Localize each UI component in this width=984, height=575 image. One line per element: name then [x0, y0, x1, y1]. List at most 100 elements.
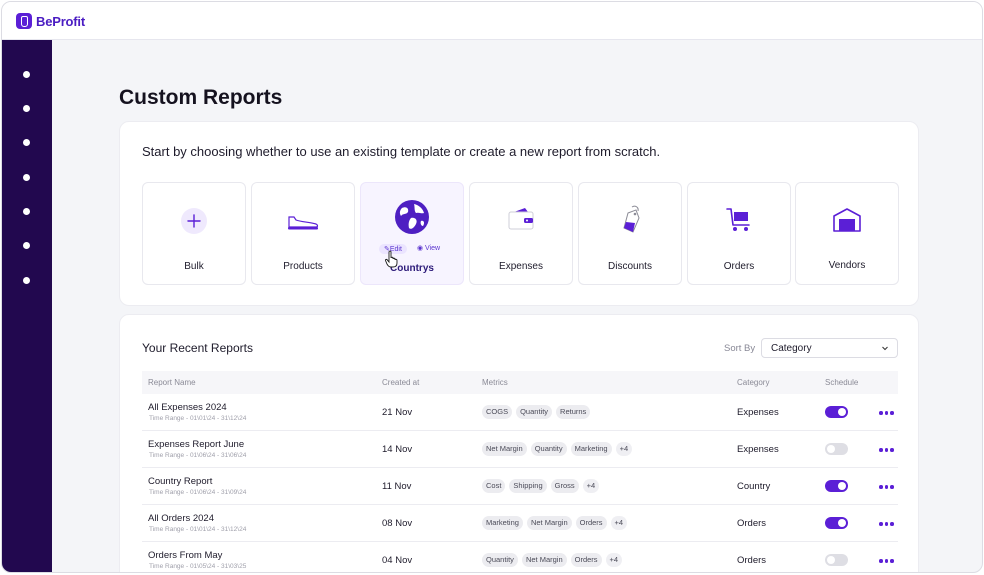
intro-text: Start by choosing whether to use an exis…	[142, 144, 661, 159]
template-label: Discounts	[608, 261, 652, 272]
metric-tag: Gross	[550, 479, 579, 493]
toggle-knob	[838, 408, 846, 416]
metric-tag: Marketing	[482, 516, 523, 530]
report-created-date: 08 Nov	[382, 518, 413, 529]
sort-label: Sort By	[724, 343, 756, 354]
template-label: Orders	[723, 261, 755, 272]
brand-logo[interactable]: BeProfit	[16, 13, 85, 29]
eye-icon: ◉	[416, 245, 425, 252]
metric-tag: Quantity	[482, 553, 518, 567]
sort-select-value: Category	[771, 343, 812, 354]
chevron-down-icon	[882, 346, 888, 351]
column-header-created-at: Created at	[382, 378, 420, 387]
report-metrics: Cost Shipping Gross +4	[482, 479, 600, 493]
template-discounts[interactable]: Discounts	[578, 182, 682, 285]
report-time-range: Time Range - 01\01\24 - 31\12\24	[149, 415, 247, 422]
cart-icon	[726, 208, 750, 231]
logo-icon	[16, 13, 32, 29]
template-orders[interactable]: Orders	[687, 182, 791, 285]
report-created-date: 14 Nov	[382, 444, 413, 455]
wallet-icon	[508, 208, 534, 230]
report-category: Orders	[737, 555, 767, 566]
schedule-toggle[interactable]	[825, 554, 848, 566]
column-header-schedule: Schedule	[825, 378, 859, 387]
template-label: Vendors	[828, 260, 866, 271]
toggle-knob	[827, 445, 835, 453]
more-options-icon[interactable]	[879, 448, 894, 452]
more-metrics-tag[interactable]: +4	[615, 442, 633, 456]
more-metrics-tag[interactable]: +4	[610, 516, 628, 530]
globe-icon	[395, 200, 429, 234]
table-row[interactable]: Expenses Report June Time Range - 01\06\…	[142, 431, 898, 468]
report-time-range: Time Range - 01\06\24 - 31\06\24	[149, 452, 247, 459]
metric-tag: Returns	[556, 405, 591, 419]
column-header-category: Category	[737, 378, 770, 387]
sort-select[interactable]: Category	[761, 338, 898, 358]
template-label: Expenses	[499, 261, 543, 272]
metric-tag: Shipping	[509, 479, 547, 493]
report-category: Expenses	[737, 444, 779, 455]
report-created-date: 04 Nov	[382, 555, 413, 566]
recent-reports-title: Your Recent Reports	[142, 341, 253, 355]
sidebar-nav-item[interactable]	[23, 105, 30, 112]
more-options-icon[interactable]	[879, 485, 894, 489]
more-options-icon[interactable]	[879, 411, 894, 415]
report-metrics: COGS Quantity Returns	[482, 405, 591, 419]
template-bulk[interactable]: Bulk	[142, 182, 246, 285]
metric-tag: Orders	[570, 553, 602, 567]
table-row[interactable]: Orders From May Time Range - 01\05\24 - …	[142, 542, 898, 572]
template-vendors[interactable]: Vendors	[795, 182, 899, 285]
column-header-metrics: Metrics	[482, 378, 508, 387]
metric-tag: Quantity	[530, 442, 567, 456]
template-picker-card: Start by choosing whether to use an exis…	[119, 121, 919, 306]
more-options-icon[interactable]	[879, 522, 894, 526]
metric-tag: Cost	[482, 479, 506, 493]
metric-tag: Net Margin	[526, 516, 572, 530]
sidebar-nav-item[interactable]	[23, 277, 30, 284]
report-name[interactable]: Country Report	[148, 476, 212, 487]
recent-reports-card: Your Recent Reports Sort By Category Rep…	[119, 314, 919, 572]
column-header-report-name: Report Name	[148, 378, 196, 387]
template-products[interactable]: Products	[251, 182, 355, 285]
sidebar-nav-item[interactable]	[23, 139, 30, 146]
template-label: Bulk	[184, 261, 204, 272]
toggle-knob	[827, 556, 835, 564]
schedule-toggle[interactable]	[825, 443, 848, 455]
plus-icon	[181, 208, 207, 234]
report-metrics: Net Margin Quantity Marketing +4	[482, 442, 633, 456]
metric-tag: COGS	[482, 405, 513, 419]
report-category: Orders	[737, 518, 767, 529]
sidebar-nav-item[interactable]	[23, 208, 30, 215]
schedule-toggle[interactable]	[825, 517, 848, 529]
report-time-range: Time Range - 01\06\24 - 31\09\24	[149, 489, 247, 496]
template-label: Products	[283, 261, 323, 272]
report-name[interactable]: Orders From May	[148, 550, 222, 561]
schedule-toggle[interactable]	[825, 480, 848, 492]
report-name[interactable]: All Orders 2024	[148, 513, 214, 524]
report-time-range: Time Range - 01\05\24 - 31\03\25	[149, 563, 247, 570]
more-metrics-tag[interactable]: +4	[605, 553, 623, 567]
template-countrys[interactable]: ✎Edit ◉ View Countrys	[360, 182, 464, 285]
shoe-icon	[288, 216, 319, 230]
sidebar-nav-item[interactable]	[23, 71, 30, 78]
toggle-knob	[838, 519, 846, 527]
report-category: Country	[737, 481, 771, 492]
report-created-date: 21 Nov	[382, 407, 413, 418]
template-expenses[interactable]: Expenses	[469, 182, 573, 285]
more-metrics-tag[interactable]: +4	[582, 479, 600, 493]
template-label: Countrys	[390, 263, 434, 274]
sidebar-nav-item[interactable]	[23, 174, 30, 181]
schedule-toggle[interactable]	[825, 406, 848, 418]
report-metrics: Marketing Net Margin Orders +4	[482, 516, 628, 530]
top-bar: BeProfit	[2, 2, 982, 40]
more-options-icon[interactable]	[879, 559, 894, 563]
report-name[interactable]: Expenses Report June	[148, 439, 244, 450]
table-row[interactable]: All Expenses 2024 Time Range - 01\01\24 …	[142, 394, 898, 431]
sidebar-nav-item[interactable]	[23, 242, 30, 249]
report-metrics: Quantity Net Margin Orders +4	[482, 553, 623, 567]
table-row[interactable]: Country Report Time Range - 01\06\24 - 3…	[142, 468, 898, 505]
report-name[interactable]: All Expenses 2024	[148, 402, 227, 413]
view-template-button[interactable]: ◉ View	[417, 244, 440, 254]
metric-tag: Net Margin	[482, 442, 527, 456]
table-row[interactable]: All Orders 2024 Time Range - 01\01\24 - …	[142, 505, 898, 542]
